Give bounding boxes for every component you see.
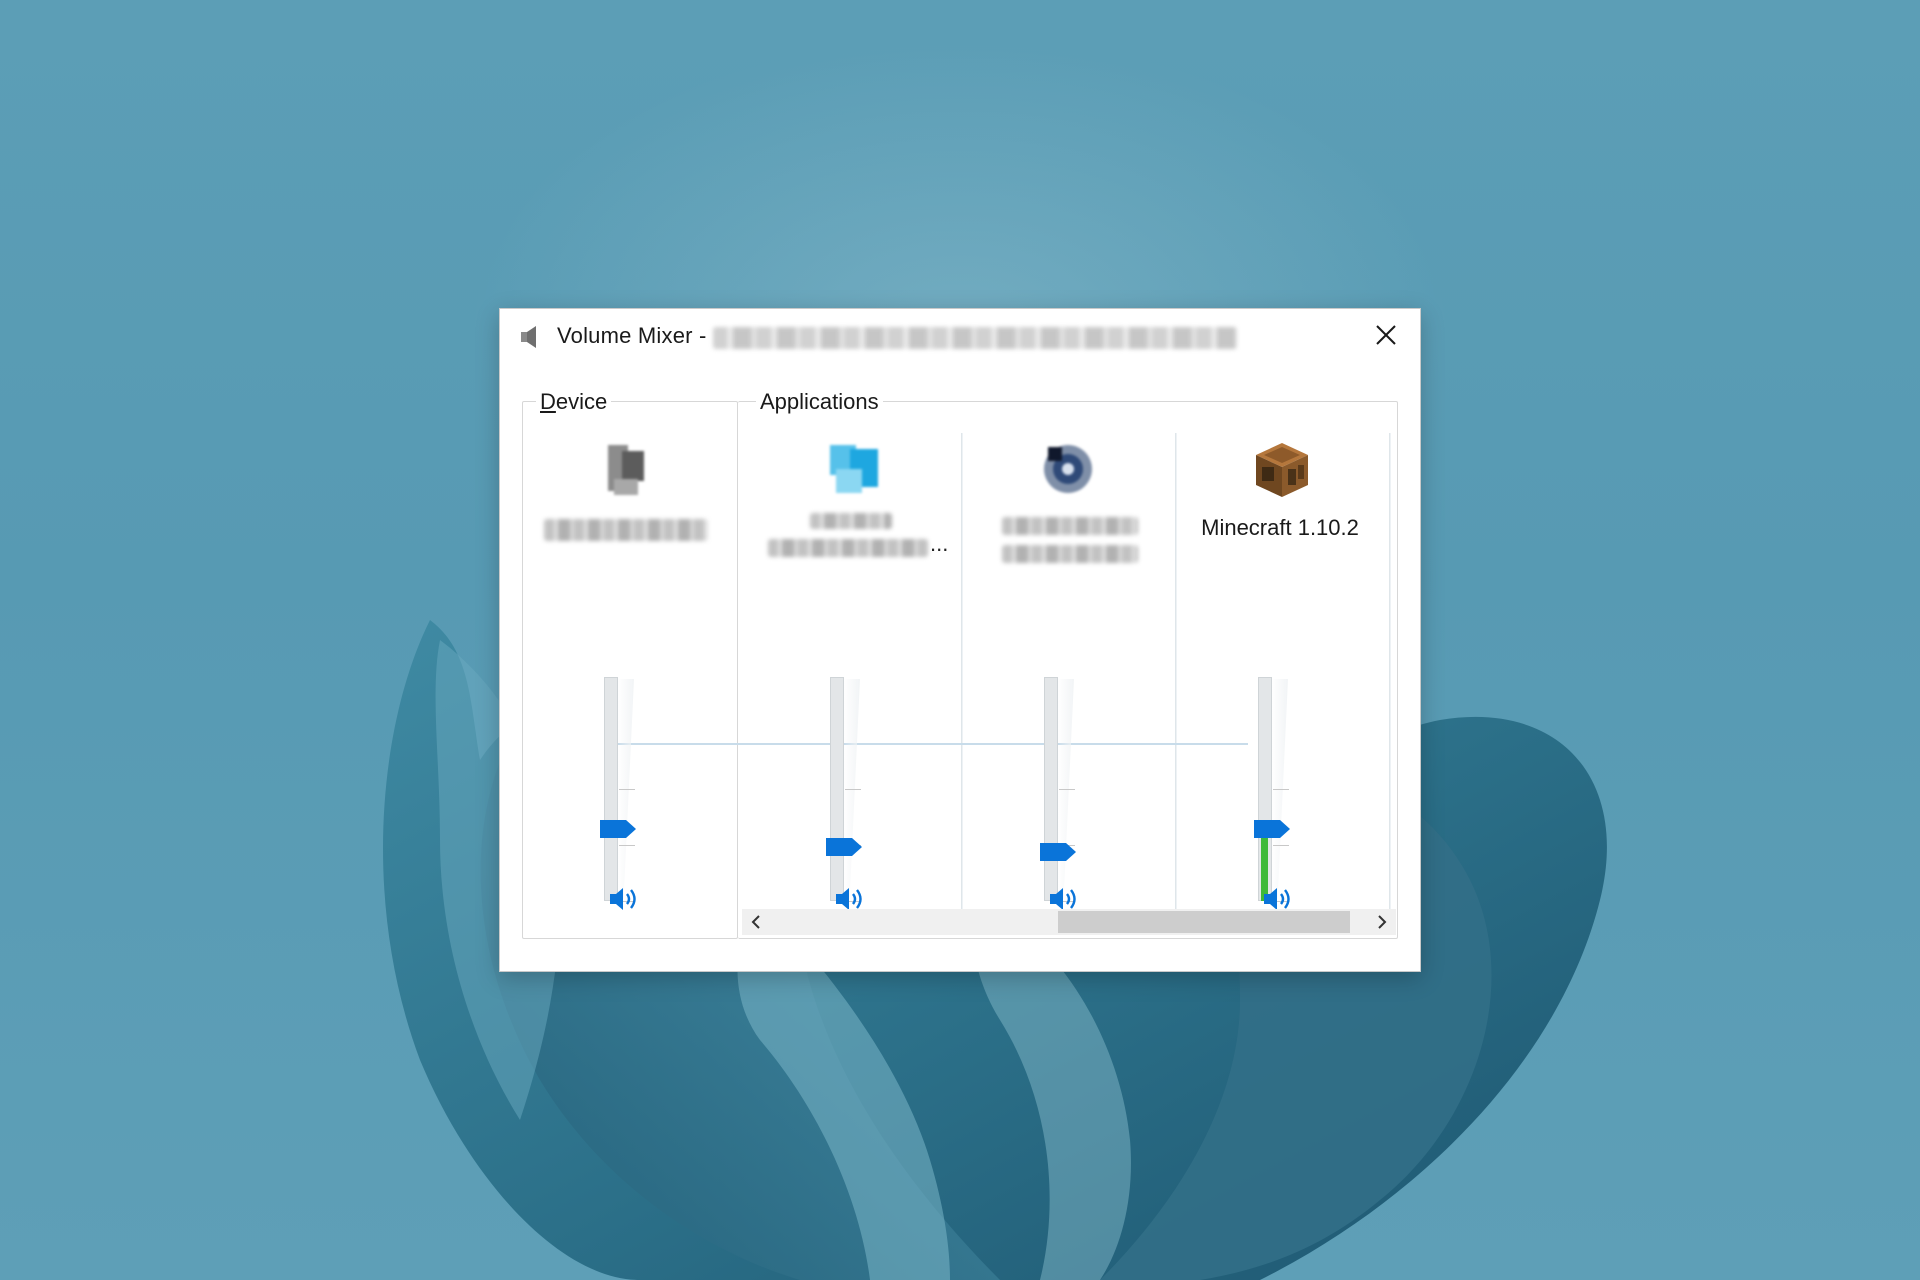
speaker-device-icon: [598, 439, 658, 499]
channel-separator: [1175, 433, 1177, 909]
redacted-channel-name: [1002, 517, 1138, 535]
truncation-ellipsis: ...: [930, 531, 949, 556]
title-bar[interactable]: Volume Mixer -: [500, 309, 1420, 361]
applications-group-label: Applications: [756, 389, 883, 415]
channel-separator: [1389, 433, 1391, 909]
volume-track[interactable]: [1044, 677, 1058, 901]
device-group-label: Device: [536, 389, 612, 415]
channel-app-1: ...: [752, 427, 952, 927]
volume-track[interactable]: [604, 677, 618, 901]
crafting-table-icon: [1252, 439, 1312, 499]
redacted-channel-name: [1002, 545, 1138, 563]
volume-slider-thumb[interactable]: [598, 818, 638, 840]
redacted-channel-name: [544, 519, 708, 541]
scrollbar-track[interactable]: [770, 909, 1368, 935]
channel-app-2: [966, 427, 1166, 927]
channel-device: [526, 427, 726, 927]
chevron-left-icon: [751, 915, 760, 929]
window-title: Volume Mixer -: [557, 323, 707, 348]
redacted-device-name: [713, 327, 1237, 349]
scroll-right-button[interactable]: [1368, 909, 1396, 935]
close-icon: [1376, 325, 1396, 345]
close-button[interactable]: [1366, 317, 1406, 353]
channel-minecraft: Minecraft 1.10.2: [1180, 427, 1380, 927]
volume-track[interactable]: [830, 677, 844, 901]
chevron-right-icon: [1378, 915, 1387, 929]
speaker-icon: [520, 325, 540, 349]
volume-slider-thumb[interactable]: [1038, 841, 1078, 863]
app-icon-dark: [1038, 439, 1098, 499]
app-icon-blue: [824, 439, 884, 499]
speaker-icon: [610, 888, 636, 910]
redacted-channel-name: [768, 539, 928, 557]
mute-button[interactable]: [604, 879, 644, 919]
redacted-channel-name: [810, 513, 892, 529]
channel-separator: [961, 433, 963, 909]
channel-name: Minecraft 1.10.2: [1201, 515, 1359, 540]
volume-ticks: [619, 677, 635, 903]
volume-ticks: [845, 677, 861, 903]
horizontal-scrollbar[interactable]: [742, 909, 1396, 935]
volume-ticks: [1059, 677, 1075, 903]
scroll-left-button[interactable]: [742, 909, 770, 935]
volume-mixer-window: Volume Mixer - Device Applications ... M…: [499, 308, 1421, 972]
volume-slider-thumb[interactable]: [824, 836, 864, 858]
volume-slider-thumb[interactable]: [1252, 818, 1292, 840]
volume-ticks: [1273, 677, 1289, 903]
scrollbar-thumb[interactable]: [1058, 911, 1350, 933]
